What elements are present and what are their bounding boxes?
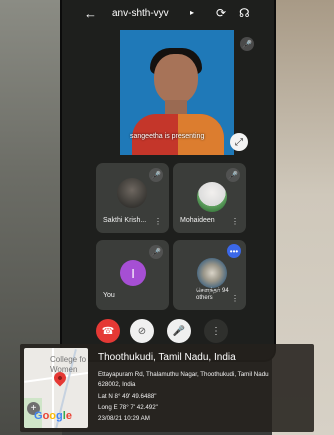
fullscreen-button[interactable]: ⤢: [230, 133, 248, 151]
more-menu-button[interactable]: ⋮: [204, 319, 228, 343]
mic-off-icon: 🎤: [149, 168, 163, 182]
more-options-icon[interactable]: ⋮: [154, 217, 162, 226]
map-thumbnail: College fo Women + Google: [24, 348, 88, 428]
camera-off-button[interactable]: ⊘: [130, 319, 154, 343]
participant-name: சௌந்தர்: [196, 288, 221, 294]
more-options-icon[interactable]: ⋮: [231, 217, 239, 226]
more-options-icon[interactable]: ⋮: [231, 294, 239, 303]
timestamp: 23/08/21 10:29 AM: [98, 415, 150, 422]
geo-tag-overlay: College fo Women + Google Thoothukudi, T…: [20, 344, 314, 432]
mic-off-icon: 🎤: [149, 245, 163, 259]
mic-off-icon: 🎤: [226, 168, 240, 182]
meeting-title[interactable]: anv-shth-vyv: [112, 8, 169, 19]
location-title: Thoothukudi, Tamil Nadu, India: [98, 352, 236, 363]
more-dots-icon: •••: [227, 244, 241, 258]
participant-tile[interactable]: 🎤 Sakthi Krish... ⋮: [96, 163, 169, 233]
meeting-topbar: ← anv-shth-vyv ▸ ⟳ ☊: [62, 0, 274, 28]
mic-toggle-button[interactable]: 🎤: [167, 319, 191, 343]
participant-name: Sakthi Krish...: [103, 217, 147, 224]
participant-avatar: [197, 258, 227, 288]
self-avatar: I: [120, 260, 146, 286]
address-line-2: 628002, India: [98, 381, 136, 388]
chevron-right-icon[interactable]: ▸: [190, 8, 194, 17]
back-arrow-icon[interactable]: ←: [84, 6, 97, 21]
participant-name: You: [103, 292, 115, 299]
end-call-button[interactable]: ☎: [96, 319, 120, 343]
call-controls: ☎ ⊘ 🎤 ⋮: [62, 312, 274, 348]
presenting-label: sangeetha is presenting: [130, 133, 205, 140]
map-label: College fo: [50, 355, 87, 364]
google-logo: Google: [34, 410, 72, 422]
presentation-tile[interactable]: sangeetha is presenting: [120, 30, 234, 155]
latitude: Lat N 8° 49' 49.6488": [98, 393, 157, 400]
address-line-1: Ettayapuram Rd, Thalamuthu Nagar, Thooth…: [98, 371, 269, 378]
participant-tile-self[interactable]: I 🎤 You: [96, 240, 169, 310]
participant-tile[interactable]: 🎤 Mohaideen ⋮: [173, 163, 246, 233]
participant-avatar: [117, 178, 147, 208]
phone-screen: ← anv-shth-vyv ▸ ⟳ ☊ sangeetha is presen…: [62, 0, 274, 360]
participant-avatar: [197, 182, 227, 212]
participant-tile-group[interactable]: ••• சௌந்தர் 94 others ⋮: [173, 240, 246, 310]
switch-camera-icon[interactable]: ⟳: [216, 6, 226, 20]
longitude: Long E 78° 7' 42.492": [98, 404, 158, 411]
headphones-icon[interactable]: ☊: [239, 6, 250, 20]
presenter-face: [154, 54, 198, 104]
participant-name: Mohaideen: [180, 217, 215, 224]
mic-off-icon: 🎤: [240, 37, 254, 51]
